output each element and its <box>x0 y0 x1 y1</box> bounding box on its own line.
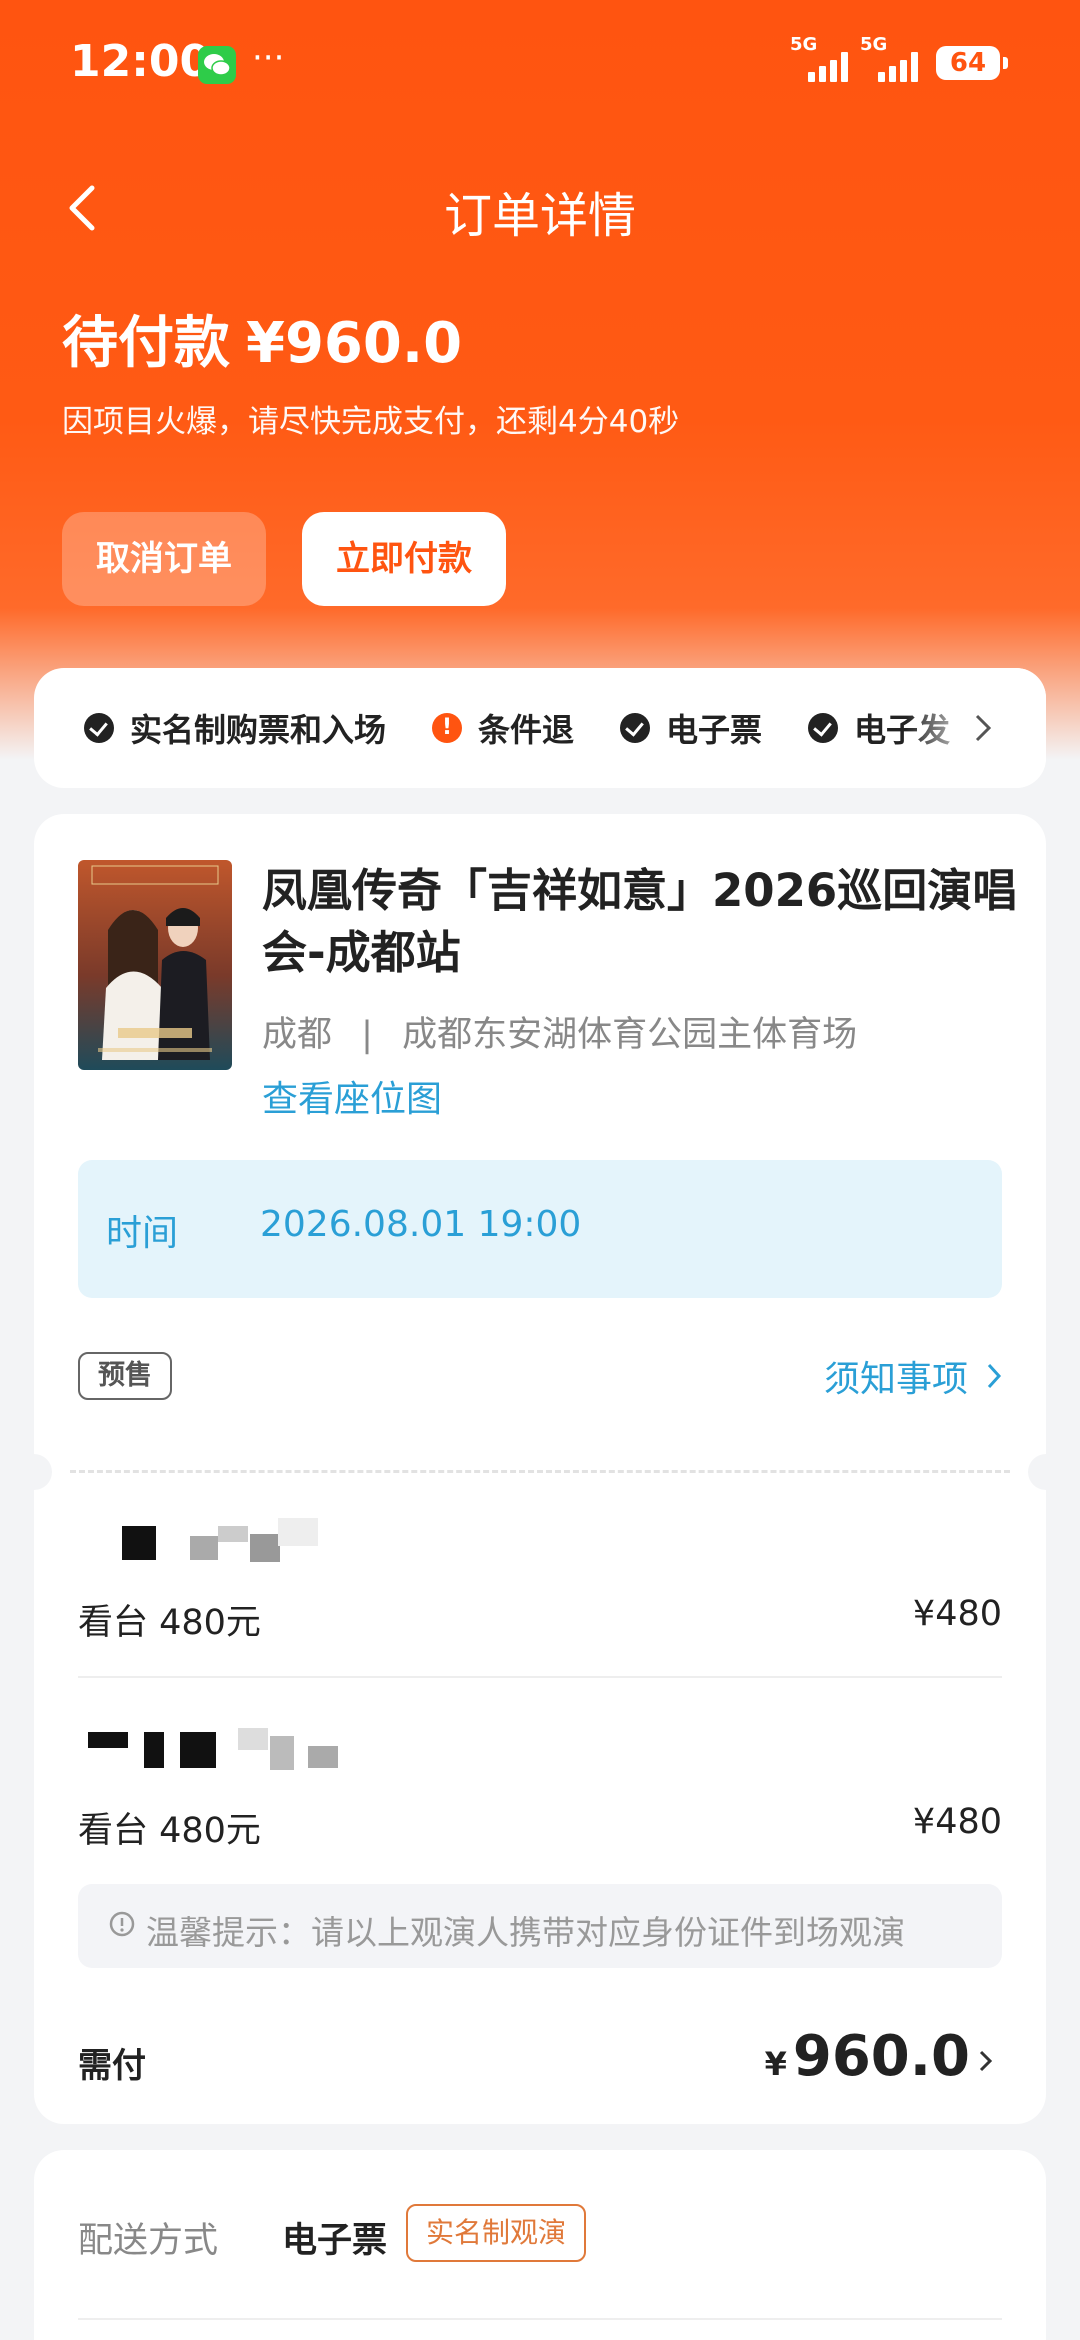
venue-separator: | <box>361 1015 373 1055</box>
attendee-name-masked <box>78 1716 398 1776</box>
pay-now-button[interactable]: 立即付款 <box>302 512 506 606</box>
seat-map-link[interactable]: 查看座位图 <box>262 1070 442 1122</box>
attendee-name-masked <box>78 1508 358 1568</box>
ticket-label: 看台 480元 <box>78 1811 261 1851</box>
presale-badge: 预售 <box>78 1352 172 1400</box>
warm-tip-text: 温馨提示：请以上观演人携带对应身份证件到场观演 <box>146 1913 905 1952</box>
check-circle-icon <box>808 713 839 743</box>
order-amount: ¥960.0 <box>246 311 463 376</box>
event-poster[interactable] <box>78 860 232 1070</box>
ticket-label: 看台 480元 <box>78 1603 261 1643</box>
order-status: 待付款 ¥960.0 <box>62 298 478 379</box>
venue-name: 成都东安湖体育公园主体育场 <box>402 1015 858 1055</box>
info-icon <box>109 1911 135 1937</box>
warning-circle-icon <box>432 713 463 743</box>
event-time-box: 时间 2026.08.01 19:00 <box>78 1160 1002 1298</box>
chevron-right-icon[interactable] <box>978 2046 994 2076</box>
cancel-order-button[interactable]: 取消订单 <box>62 512 266 606</box>
check-circle-icon <box>620 713 651 743</box>
countdown-tip: 因项目火爆，请尽快完成支付，还剩4分40秒 <box>62 404 680 440</box>
delivery-value: 电子票 <box>282 2221 388 2261</box>
status-time: 12:00 <box>70 36 211 87</box>
time-value: 2026.08.01 19:00 <box>260 1204 582 1245</box>
time-label: 时间 <box>106 1213 179 1254</box>
row-divider <box>78 1676 1002 1678</box>
warm-tip-box: 温馨提示：请以上观演人携带对应身份证件到场观演 <box>78 1884 1002 1968</box>
order-status-label: 待付款 <box>62 311 230 376</box>
row-divider <box>78 2318 1002 2320</box>
wechat-icon <box>198 46 236 84</box>
event-title[interactable]: 凤凰传奇「吉祥如意」2026巡回演唱会-成都站 <box>262 860 1022 984</box>
more-icon: ··· <box>252 38 285 78</box>
event-venue: 成都 | 成都东安湖体育公园主体育场 <box>262 1006 857 1057</box>
total-amount[interactable]: ¥960.0 <box>765 2024 970 2089</box>
status-bar: 12:00 ··· 5G 5G 64 <box>0 0 1080 130</box>
chevron-right-icon[interactable] <box>972 706 994 750</box>
tag-refund: 条件退 <box>432 705 574 751</box>
event-city: 成都 <box>262 1015 333 1055</box>
check-circle-icon <box>84 713 114 743</box>
chevron-right-icon <box>987 1363 1002 1389</box>
real-name-badge: 实名制观演 <box>406 2204 587 2262</box>
dashed-divider <box>70 1470 1010 1473</box>
battery-icon: 64 <box>936 46 1008 80</box>
ticket-price: ¥480 <box>912 1802 1002 1842</box>
service-tags[interactable]: 实名制购票和入场 条件退 电子票 电子发 <box>34 668 1046 788</box>
total-label: 需付 <box>78 2046 146 2086</box>
notice-link[interactable]: 须知事项 <box>824 1350 1002 1402</box>
delivery-label: 配送方式 <box>78 2221 219 2261</box>
tag-e-ticket: 电子票 <box>620 705 762 751</box>
tag-real-name: 实名制购票和入场 <box>84 705 386 751</box>
page-title: 订单详情 <box>443 188 636 244</box>
ticket-price: ¥480 <box>912 1594 1002 1634</box>
